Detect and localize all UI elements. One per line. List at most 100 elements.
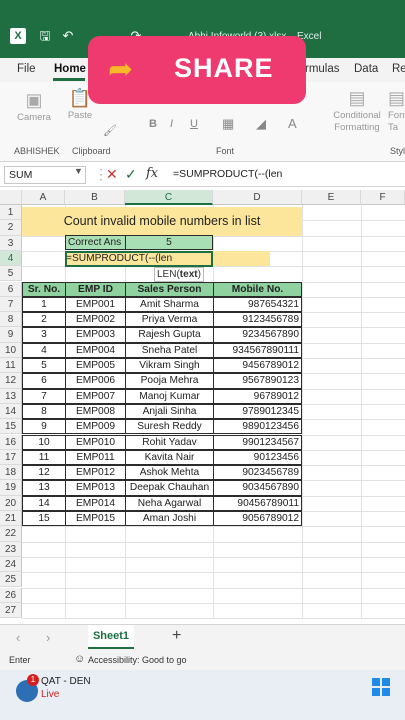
table-cell[interactable]: Sneha Patel (125, 342, 214, 358)
table-cell[interactable]: 9 (22, 419, 66, 435)
table-cell[interactable]: Pooja Mehra (125, 373, 214, 389)
table-cell[interactable]: 934567890111 (213, 342, 302, 358)
row-header[interactable]: 16 (0, 434, 22, 450)
column-header[interactable]: A (22, 190, 65, 205)
tab-data[interactable]: Data (354, 63, 378, 75)
table-cell[interactable]: Aman Joshi (125, 511, 214, 527)
table-cell[interactable]: 9034567890 (213, 480, 302, 496)
share-button[interactable]: ➦ SHARE (88, 36, 306, 104)
font-color-icon[interactable]: A (288, 116, 297, 131)
accessibility-icon[interactable]: ☺ (74, 653, 85, 665)
row-header[interactable]: 20 (0, 495, 22, 511)
table-cell[interactable]: EMP014 (65, 495, 126, 511)
add-sheet-button[interactable]: + (172, 627, 181, 645)
row-header[interactable]: 17 (0, 449, 22, 466)
table-cell[interactable]: EMP004 (65, 342, 126, 358)
column-header[interactable]: B (65, 190, 125, 205)
tab-file[interactable]: File (17, 63, 36, 75)
table-cell[interactable]: 8 (22, 403, 66, 420)
table-cell[interactable]: 9890123456 (213, 419, 302, 435)
table-cell[interactable]: EMP008 (65, 403, 126, 420)
row-header[interactable]: 27 (0, 602, 22, 619)
row-header[interactable]: 19 (0, 480, 22, 496)
row-header[interactable]: 3 (0, 235, 22, 251)
row-header[interactable]: 18 (0, 465, 22, 481)
sheet-tab-sheet1[interactable]: Sheet1 (88, 625, 134, 649)
row-header[interactable]: 7 (0, 296, 22, 313)
table-cell[interactable]: Anjali Sinha (125, 403, 214, 420)
table-cell[interactable]: 14 (22, 495, 66, 511)
table-cell[interactable]: 9023456789 (213, 465, 302, 481)
table-cell[interactable]: EMP013 (65, 480, 126, 496)
table-cell[interactable]: 987654321 (213, 296, 302, 313)
row-header[interactable]: 13 (0, 388, 22, 404)
row-header[interactable]: 21 (0, 511, 22, 527)
save-icon[interactable]: 🖫 (37, 28, 53, 44)
tab-review[interactable]: Re (392, 63, 405, 75)
table-cell[interactable]: 2 (22, 312, 66, 328)
underline-button[interactable]: U (190, 118, 198, 130)
table-header-cell[interactable]: EMP ID (65, 281, 126, 297)
table-cell[interactable]: 12 (22, 465, 66, 481)
table-cell[interactable]: EMP010 (65, 434, 126, 450)
chevron-right-icon[interactable]: › (46, 630, 50, 645)
table-cell[interactable]: EMP015 (65, 511, 126, 527)
table-cell[interactable]: Deepak Chauhan (125, 480, 214, 496)
table-cell[interactable]: EMP007 (65, 388, 126, 404)
column-header[interactable]: E (302, 190, 361, 205)
row-header[interactable]: 5 (0, 266, 22, 282)
row-header[interactable]: 8 (0, 312, 22, 328)
tab-home[interactable]: Home (54, 63, 86, 75)
table-cell[interactable]: 15 (22, 511, 66, 527)
chevron-left-icon[interactable]: ‹ (16, 630, 20, 645)
table-cell[interactable]: 1 (22, 296, 66, 313)
table-cell[interactable]: EMP012 (65, 465, 126, 481)
column-header[interactable]: F (361, 190, 405, 205)
sheet-title[interactable]: Count invalid mobile numbers in list (22, 207, 302, 236)
table-cell[interactable]: EMP005 (65, 358, 126, 374)
table-cell[interactable]: EMP001 (65, 296, 126, 313)
format-painter-icon[interactable]: 🖌 (103, 124, 117, 137)
column-header[interactable]: D (213, 190, 302, 205)
row-header[interactable]: 9 (0, 327, 22, 343)
table-cell[interactable]: Rohit Yadav (125, 434, 214, 450)
row-header[interactable]: 25 (0, 572, 22, 588)
table-cell[interactable]: 6 (22, 373, 66, 389)
table-header-cell[interactable]: Sales Person (125, 281, 214, 297)
undo-icon[interactable]: ↶ (60, 28, 76, 44)
row-header[interactable]: 26 (0, 587, 22, 603)
table-cell[interactable]: 4 (22, 342, 66, 358)
table-cell[interactable]: 3 (22, 327, 66, 343)
italic-button[interactable]: I (170, 118, 173, 130)
table-cell[interactable]: 5 (22, 358, 66, 374)
table-cell[interactable]: 9901234567 (213, 434, 302, 450)
fill-color-icon[interactable]: ◢ (256, 116, 266, 132)
table-cell[interactable]: 9789012345 (213, 403, 302, 420)
table-cell[interactable]: 7 (22, 388, 66, 404)
row-header[interactable]: 12 (0, 373, 22, 389)
row-header[interactable]: 15 (0, 419, 22, 435)
table-header-cell[interactable]: Mobile No. (213, 281, 302, 297)
select-all-corner[interactable] (0, 190, 22, 205)
taskbar-app-name[interactable]: QAT - DEN (41, 676, 91, 687)
table-cell[interactable]: 9567890123 (213, 373, 302, 389)
table-cell[interactable]: 96789012 (213, 388, 302, 404)
correct-ans-label[interactable]: Correct Ans (65, 235, 126, 251)
table-cell[interactable]: EMP003 (65, 327, 126, 343)
table-cell[interactable]: Rajesh Gupta (125, 327, 214, 343)
row-header[interactable]: 2 (0, 220, 22, 236)
table-cell[interactable]: Manoj Kumar (125, 388, 214, 404)
accessibility-status[interactable]: Accessibility: Good to go (88, 655, 187, 665)
table-cell[interactable]: 9456789012 (213, 358, 302, 374)
table-cell[interactable]: 10 (22, 434, 66, 450)
row-header[interactable]: 22 (0, 526, 22, 542)
borders-icon[interactable]: ▦ (222, 116, 234, 132)
row-header[interactable]: 10 (0, 342, 22, 358)
table-header-cell[interactable]: Sr. No. (22, 281, 66, 297)
table-cell[interactable]: Amit Sharma (125, 296, 214, 313)
row-header[interactable]: 4 (0, 250, 22, 267)
table-cell[interactable]: Suresh Reddy (125, 419, 214, 435)
conditional-formatting-button[interactable]: ▤ Conditional Formatting (328, 88, 386, 134)
table-cell[interactable]: 90123456 (213, 449, 302, 466)
table-cell[interactable]: 9056789012 (213, 511, 302, 527)
